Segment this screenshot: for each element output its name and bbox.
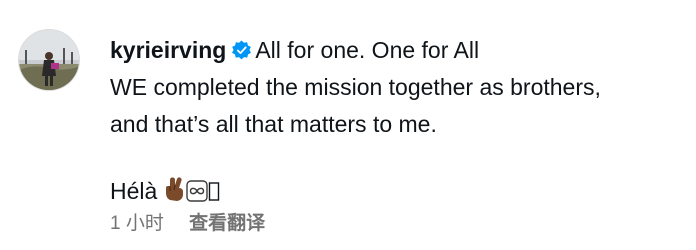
see-translation-button[interactable]: 查看翻译 [189,213,265,234]
comment-body: kyrieirving All for one. One for All WE … [110,32,680,210]
caption-line-1: All for one. One for All [255,37,480,63]
timestamp[interactable]: 1 小时 [110,213,164,234]
infinity-icon [186,180,208,202]
verified-badge-icon [232,40,252,60]
avatar[interactable] [18,29,80,91]
caption-first-line: kyrieirving All for one. One for All [110,32,680,69]
caption-line-3: and that’s all that matters to me. [110,111,437,137]
caption-line-2: WE completed the mission together as bro… [110,74,601,100]
comment-item: kyrieirving All for one. One for All WE … [0,0,696,250]
username-link[interactable]: kyrieirving [110,37,226,63]
missing-glyph-box [208,182,219,201]
signoff-text: Hélà [110,178,158,204]
avatar-photo-icon [19,30,79,90]
caption-signoff-line: Hélà [110,173,680,210]
crossed-fingers-icon [165,177,183,201]
comment-meta: 1 小时 查看翻译 [110,208,265,235]
